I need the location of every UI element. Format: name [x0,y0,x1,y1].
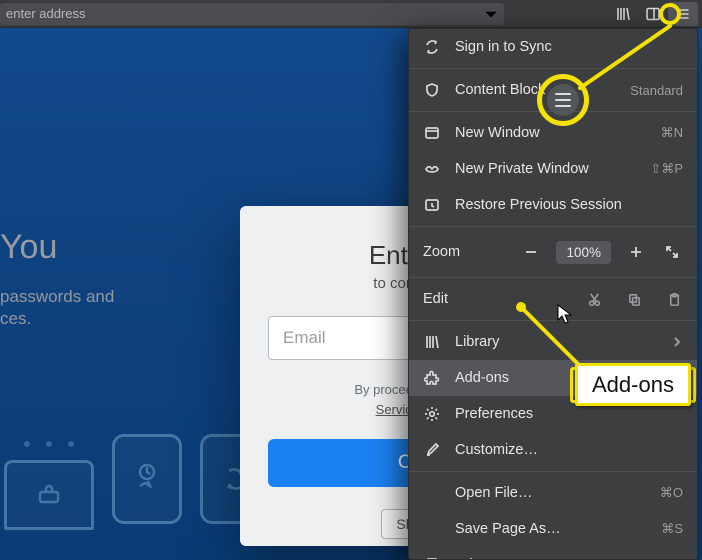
sync-icon [423,38,441,56]
app-menu-panel: Sign in to Sync Content Block Standard N… [408,28,698,560]
zoom-in-button[interactable] [625,241,647,263]
menu-print[interactable]: Print… ⌘P [409,547,697,560]
hamburger-menu-button[interactable] [668,2,698,26]
shield-icon [423,81,441,99]
copy-icon[interactable] [625,290,643,308]
menu-save-page-as[interactable]: Save Page As… ⌘S [409,511,697,547]
zoom-label: Zoom [423,244,510,260]
menu-preferences[interactable]: Preferences [409,396,697,432]
mask-icon [423,160,441,178]
zoom-percent[interactable]: 100% [556,241,611,264]
menu-customize[interactable]: Customize… [409,432,697,468]
menu-restore-session[interactable]: Restore Previous Session [409,187,697,223]
chevron-right-icon [671,336,683,348]
paste-icon[interactable] [665,290,683,308]
fullscreen-button[interactable] [661,241,683,263]
toolbar: enter address [0,0,702,28]
menu-addons[interactable]: Add-ons ⇧⌘A [409,360,697,396]
menu-sign-in-to-sync[interactable]: Sign in to Sync [409,29,697,65]
library-icon[interactable] [608,2,638,26]
menu-new-window[interactable]: New Window ⌘N [409,115,697,151]
cut-icon[interactable] [585,290,603,308]
puzzle-icon [423,369,441,387]
window-icon [423,124,441,142]
library-icon [423,333,441,351]
printer-icon [423,556,441,560]
gear-icon [423,405,441,423]
url-bar-placeholder: enter address [6,6,86,21]
restore-icon [423,196,441,214]
menu-new-private-window[interactable]: New Private Window ⇧⌘P [409,151,697,187]
menu-open-file[interactable]: Open File… ⌘O [409,475,697,511]
menu-content-blocking[interactable]: Content Block Standard [409,72,697,108]
toolbar-right-icons [608,2,702,26]
edit-label: Edit [423,291,575,307]
content-blocking-value: Standard [630,83,683,98]
menu-edit-row: Edit [409,281,697,317]
url-bar[interactable]: enter address [0,3,504,25]
menu-library[interactable]: Library [409,324,697,360]
zoom-out-button[interactable] [520,241,542,263]
menu-zoom-row: Zoom 100% [409,230,697,274]
paintbrush-icon [423,441,441,459]
urlbar-dropdown-icon[interactable] [482,5,500,23]
sidebar-icon[interactable] [638,2,668,26]
